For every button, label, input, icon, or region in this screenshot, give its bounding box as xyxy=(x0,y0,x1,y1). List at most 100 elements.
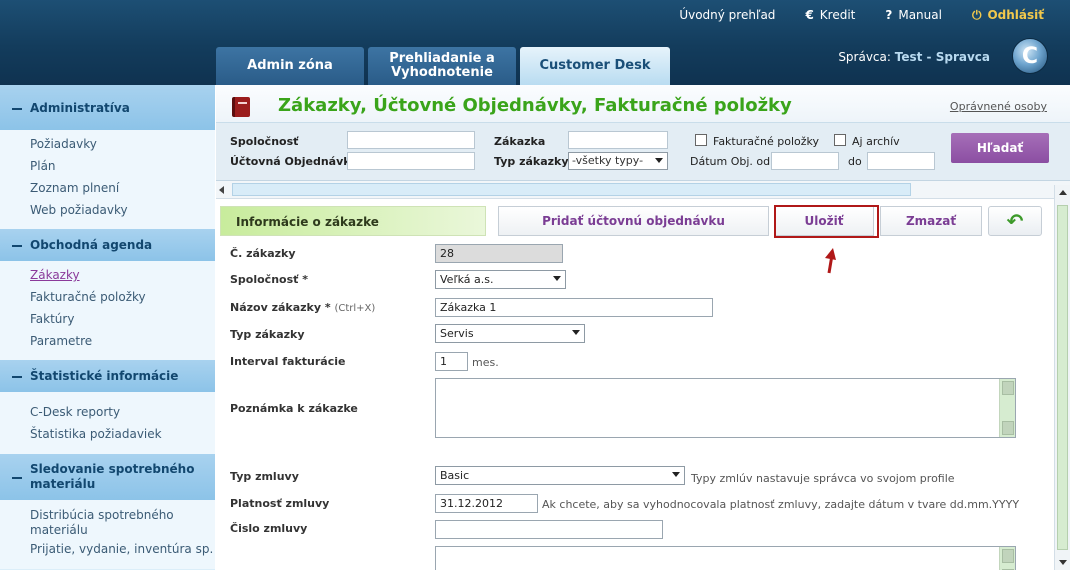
contract-validity-label: Platnosť zmluvy xyxy=(230,497,330,510)
contract-kind-note: Typy zmlúv nastavuje správca vo svojom p… xyxy=(691,472,955,485)
logout-link[interactable]: ⏻ Odhlásiť xyxy=(972,8,1044,23)
credit-link[interactable]: € Kredit xyxy=(805,8,855,22)
manager-name: Test - Spravca xyxy=(894,50,990,64)
chevron-down-icon xyxy=(672,472,680,477)
book-icon xyxy=(232,97,250,117)
sidebar-item-web-requests[interactable]: Web požiadavky xyxy=(0,199,215,221)
filter-type-select[interactable]: -všetky typy- xyxy=(568,152,668,170)
sidebar-item-contracts[interactable]: Zákazky xyxy=(0,264,215,286)
sidebar-item-plan[interactable]: Plán xyxy=(0,155,215,177)
help-icon: ? xyxy=(885,8,893,22)
note-textarea[interactable] xyxy=(435,378,1016,438)
search-button[interactable]: Hľadať xyxy=(951,133,1049,163)
company-select[interactable]: Veľká a.s. xyxy=(435,270,566,289)
sidebar-item-cdesk-reports[interactable]: C-Desk reporty xyxy=(0,401,215,423)
section-title: Informácie o zákazke xyxy=(220,206,486,236)
contract-name-input[interactable]: Zákazka 1 xyxy=(435,298,713,317)
main-tabs: Admin zóna Prehliadanie a Vyhodnotenie C… xyxy=(216,47,670,85)
filter-date-to-label: do xyxy=(848,155,862,168)
billing-interval-label: Interval fakturácie xyxy=(230,355,346,368)
filter-contract-label: Zákazka xyxy=(494,135,546,148)
filter-company-label: Spoločnosť xyxy=(230,135,299,148)
filter-invoice-items-checkbox[interactable] xyxy=(695,134,707,146)
power-icon: ⏻ xyxy=(971,7,982,22)
filter-company-input[interactable] xyxy=(347,131,475,149)
sidebar-item-parameters[interactable]: Parametre xyxy=(0,330,215,352)
annotation-arrow-icon xyxy=(825,248,836,274)
filter-order-input[interactable] xyxy=(347,152,475,170)
manual-link[interactable]: ? Manual xyxy=(885,8,942,22)
sidebar-section-administrative[interactable]: Administratíva xyxy=(0,85,215,130)
chevron-down-icon xyxy=(572,330,580,335)
delete-button[interactable]: Zmazať xyxy=(880,206,982,236)
horizontal-scroll-track[interactable] xyxy=(232,183,911,196)
chevron-down-icon xyxy=(655,158,663,163)
contract-name-label: Názov zákazky * (Ctrl+X) xyxy=(230,301,376,314)
sidebar-section-business[interactable]: Obchodná agenda xyxy=(0,229,215,261)
contract-number-label: Č. zákazky xyxy=(230,247,296,260)
sidebar-item-request-statistics[interactable]: Štatistika požiadaviek xyxy=(0,423,215,445)
app-logo: C xyxy=(1012,38,1048,74)
sidebar-items-business: Zákazky Fakturačné položky Faktúry Param… xyxy=(0,261,215,360)
scroll-up-icon[interactable] xyxy=(1059,190,1067,195)
filter-type-label: Typ zákazky xyxy=(494,155,569,168)
filter-date-from-input[interactable] xyxy=(771,152,839,170)
second-textarea[interactable] xyxy=(435,546,1016,570)
billing-interval-unit: mes. xyxy=(472,356,499,369)
back-arrow-icon: ↶ xyxy=(1006,209,1024,233)
tab-admin-zone[interactable]: Admin zóna xyxy=(216,47,364,85)
sidebar-item-invoices[interactable]: Faktúry xyxy=(0,308,215,330)
filter-order-label: Účtovná Objednávka xyxy=(230,155,359,168)
euro-icon: € xyxy=(805,8,814,22)
scroll-down-icon[interactable] xyxy=(1059,560,1067,565)
save-highlight-annotation xyxy=(774,205,879,238)
sidebar-section-consumables[interactable]: Sledovanie spotrebného materiálu xyxy=(0,454,215,500)
sidebar-item-invoice-items[interactable]: Fakturačné položky xyxy=(0,286,215,308)
contract-kind-select[interactable]: Basic xyxy=(435,466,685,485)
back-button[interactable]: ↶ xyxy=(988,206,1042,236)
manager-info: Správca: Test - Spravca xyxy=(838,50,990,64)
company-label: Spoločnosť * xyxy=(230,273,308,286)
overview-link[interactable]: Úvodný prehľad xyxy=(679,8,775,22)
page-title-bar: Zákazky, Účtovné Objednávky, Fakturačné … xyxy=(216,85,1070,123)
sidebar-item-consumables-distribution[interactable]: Distribúcia spotrebného materiálu xyxy=(0,506,215,540)
note-scrollbar[interactable] xyxy=(999,379,1015,437)
scroll-left-icon[interactable] xyxy=(219,186,224,194)
top-header: Úvodný prehľad € Kredit ? Manual ⏻ Odhlásiť… xyxy=(0,0,1070,85)
sidebar-item-consumables-inventory[interactable]: Prijatie, vydanie, inventúra sp. xyxy=(0,540,215,559)
second-textarea-scrollbar[interactable] xyxy=(999,547,1015,570)
tab-review-evaluation[interactable]: Prehliadanie a Vyhodnotenie xyxy=(368,47,516,85)
filter-invoice-items-label: Fakturačné položky xyxy=(713,135,820,148)
contract-form: Informácie o zákazke Pridať účtovnú obje… xyxy=(216,200,1054,570)
sidebar-item-requests[interactable]: Požiadavky xyxy=(0,133,215,155)
sidebar-items-consumables: Distribúcia spotrebného materiálu Prijat… xyxy=(0,500,215,569)
contract-validity-input[interactable]: 31.12.2012 xyxy=(435,494,538,513)
main-panel: Zákazky, Účtovné Objednávky, Fakturačné … xyxy=(216,85,1070,570)
contract-type-select[interactable]: Servis xyxy=(435,324,585,343)
sidebar-section-statistics[interactable]: Štatistické informácie xyxy=(0,360,215,392)
note-label: Poznámka k zákazke xyxy=(230,402,358,415)
top-links: Úvodný prehľad € Kredit ? Manual ⏻ Odhlásiť xyxy=(649,6,1044,24)
filter-archive-checkbox[interactable] xyxy=(834,134,846,146)
filter-contract-input[interactable] xyxy=(568,131,668,149)
horizontal-scrollbar[interactable] xyxy=(216,181,1070,199)
add-order-button[interactable]: Pridať účtovnú objednávku xyxy=(498,206,769,236)
filter-date-from-label: Dátum Obj. od xyxy=(690,155,771,168)
filter-archive-label: Aj archív xyxy=(852,135,900,148)
vertical-scrollbar[interactable] xyxy=(1054,185,1070,570)
authorized-persons-link[interactable]: Oprávnené osoby xyxy=(950,100,1047,113)
billing-interval-input[interactable]: 1 xyxy=(435,352,468,371)
tab-customer-desk[interactable]: Customer Desk xyxy=(520,47,670,85)
contract-kind-label: Typ zmluvy xyxy=(230,470,299,483)
vertical-scroll-thumb[interactable] xyxy=(1057,205,1068,550)
chevron-down-icon xyxy=(553,276,561,281)
filter-date-to-input[interactable] xyxy=(867,152,935,170)
sidebar-item-fulfillment-list[interactable]: Zoznam plnení xyxy=(0,177,215,199)
filter-panel: Spoločnosť Účtovná Objednávka Zákazka Ty… xyxy=(216,123,1070,181)
contract-number-doc-input[interactable] xyxy=(435,520,663,539)
sidebar-items-administrative: Požiadavky Plán Zoznam plnení Web požiad… xyxy=(0,130,215,229)
contract-type-label: Typ zákazky xyxy=(230,328,305,341)
contract-number-doc-label: Čislo zmluvy xyxy=(230,522,308,535)
page-title: Zákazky, Účtovné Objednávky, Fakturačné … xyxy=(278,95,792,116)
contract-number-field: 28 xyxy=(435,244,563,263)
